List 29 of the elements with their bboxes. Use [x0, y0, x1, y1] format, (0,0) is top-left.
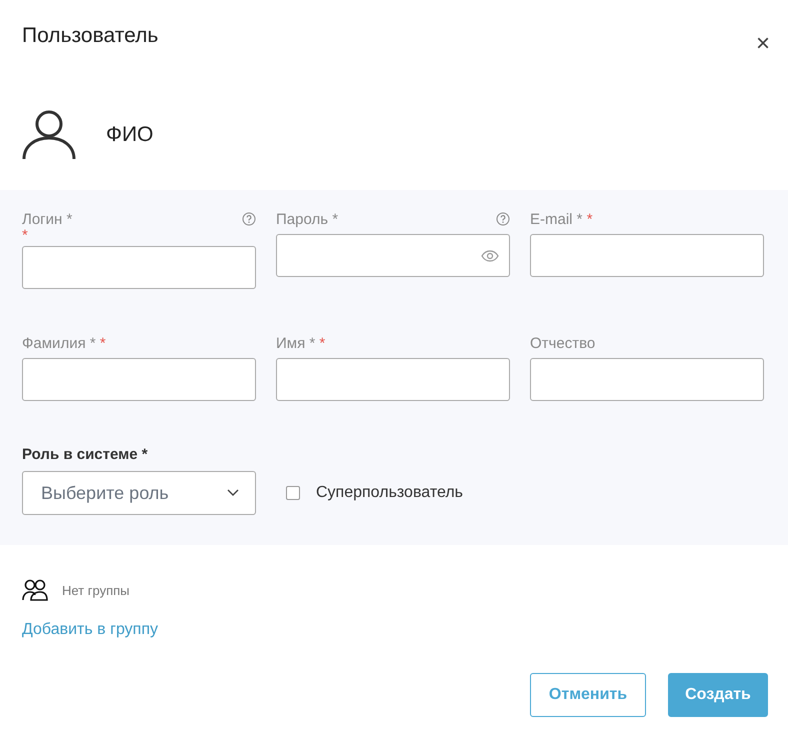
field-label: Имя * *: [276, 334, 326, 354]
role-dropdown[interactable]: Выберите роль: [22, 471, 256, 515]
field-label: Пароль *: [276, 210, 338, 230]
input-field[interactable]: [530, 358, 764, 401]
field-label: Логин * *: [22, 210, 72, 242]
dialog-title: Пользователь: [22, 24, 158, 48]
user-avatar-icon: [22, 110, 76, 160]
input-field[interactable]: [22, 358, 256, 401]
input-field[interactable]: [276, 234, 510, 277]
help-icon[interactable]: [242, 212, 256, 226]
group-status: Нет группы: [62, 582, 130, 598]
chevron-down-icon: [227, 489, 239, 497]
group-icon: [22, 579, 48, 601]
cancel-button[interactable]: Отменить: [530, 673, 646, 717]
checkbox-label: Суперпользователь: [316, 484, 464, 502]
checkbox[interactable]: [286, 486, 300, 500]
eye-icon[interactable]: [481, 250, 499, 262]
field-label: Фамилия * *: [22, 334, 106, 354]
input-field[interactable]: [530, 234, 764, 277]
close-button[interactable]: ×: [756, 32, 770, 56]
field-label: Отчество: [530, 334, 596, 354]
create-button[interactable]: Создать: [668, 673, 768, 717]
input-field[interactable]: [276, 358, 510, 401]
user-name: ФИО: [106, 123, 154, 147]
field-label: E-mail * *: [530, 210, 593, 230]
add-to-group-link[interactable]: Добавить в группу: [22, 621, 158, 639]
field-label: Роль в системе *: [22, 446, 149, 463]
input-field[interactable]: [22, 246, 256, 289]
help-icon[interactable]: [496, 212, 510, 226]
